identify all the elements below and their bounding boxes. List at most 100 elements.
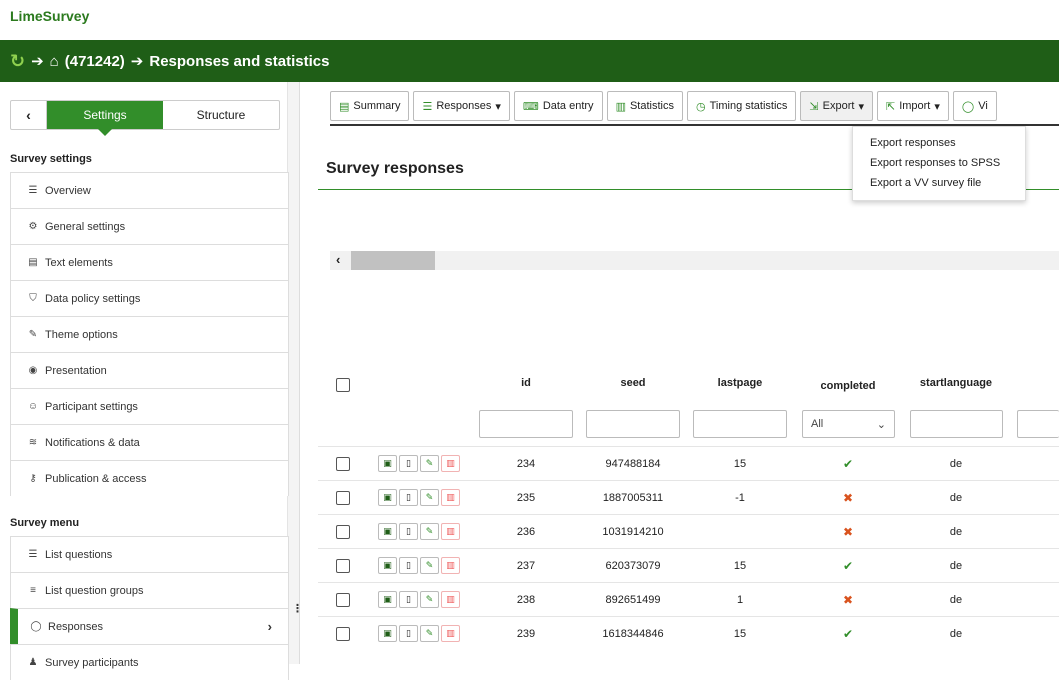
next-column-filter-input[interactable]: [1017, 410, 1059, 438]
sidebar-item-overview[interactable]: ☰ Overview: [10, 172, 289, 208]
sidebar-item-notifications-data[interactable]: ≋ Notifications & data: [10, 424, 289, 460]
edit-pencil-icon[interactable]: ✎: [420, 489, 439, 506]
column-header-lastpage[interactable]: lastpage: [693, 377, 787, 389]
list-ul-icon: ≡: [30, 585, 36, 596]
select-all-checkbox[interactable]: [336, 378, 350, 392]
delete-trash-icon[interactable]: ▥: [441, 455, 460, 472]
delete-trash-icon[interactable]: ▥: [441, 625, 460, 642]
file-text-icon: ▤: [28, 257, 38, 268]
view-file-icon[interactable]: ▯: [399, 489, 418, 506]
sidebar-item-label: Overview: [45, 184, 91, 197]
tab-structure[interactable]: Structure: [163, 101, 279, 129]
export-vv-item[interactable]: Export a VV survey file: [853, 173, 1025, 193]
list-icon: ☰: [28, 549, 38, 560]
view-response-icon[interactable]: ▣: [378, 523, 397, 540]
delete-trash-icon[interactable]: ▥: [441, 557, 460, 574]
sidebar-item-presentation[interactable]: ◉ Presentation: [10, 352, 289, 388]
cell-startlanguage: de: [949, 526, 963, 538]
view-response-icon[interactable]: ▣: [378, 591, 397, 608]
bar-chart-icon: ▥: [615, 100, 626, 113]
sidebar-item-survey-participants[interactable]: ♟ Survey participants: [10, 644, 289, 680]
chevron-left-icon[interactable]: ‹: [336, 252, 340, 267]
sidebar-item-general-settings[interactable]: ⚙ General settings: [10, 208, 289, 244]
cell-id: 234: [516, 458, 536, 470]
id-filter-input[interactable]: [479, 410, 573, 438]
sidebar-resize-handle[interactable]: ⋮: [288, 82, 303, 664]
edit-pencil-icon[interactable]: ✎: [420, 557, 439, 574]
row-checkbox[interactable]: [336, 627, 350, 641]
caret-down-icon: ▾: [934, 100, 940, 113]
row-checkbox[interactable]: [336, 457, 350, 471]
view-response-icon[interactable]: ▣: [378, 455, 397, 472]
completed-filter-select[interactable]: All ⌄: [802, 410, 895, 438]
view-file-icon[interactable]: ▯: [399, 523, 418, 540]
view-button[interactable]: ◯ Vi: [952, 91, 997, 121]
lastpage-filter-input[interactable]: [693, 410, 787, 438]
import-dropdown-button[interactable]: ⇱ Import ▾: [876, 91, 949, 121]
sidebar-item-publication-access[interactable]: ⚷ Publication & access: [10, 460, 289, 496]
edit-pencil-icon[interactable]: ✎: [420, 455, 439, 472]
limesurvey-logo-icon[interactable]: ↻: [10, 51, 25, 72]
cross-icon: ✖: [842, 491, 854, 505]
table-row: ▣ ▯ ✎ ▥ 236 1031914210 ✖ de: [318, 514, 1059, 548]
view-response-icon[interactable]: ▣: [378, 489, 397, 506]
cell-startlanguage: de: [949, 492, 963, 504]
row-checkbox[interactable]: [336, 525, 350, 539]
cell-seed: 947488184: [605, 458, 661, 470]
horizontal-scrollbar[interactable]: ‹: [330, 251, 1059, 270]
delete-trash-icon[interactable]: ▥: [441, 489, 460, 506]
sidebar-item-responses[interactable]: ◯ Responses ›: [10, 608, 289, 644]
drag-handle-icon[interactable]: ⋮: [292, 602, 303, 615]
summary-button[interactable]: ▤ Summary: [330, 91, 410, 121]
tab-settings[interactable]: Settings: [47, 101, 163, 136]
breadcrumb-survey-id[interactable]: (471242): [65, 53, 125, 70]
cell-seed: 620373079: [605, 560, 661, 572]
column-header-seed[interactable]: seed: [586, 377, 680, 389]
row-checkbox[interactable]: [336, 559, 350, 573]
edit-pencil-icon[interactable]: ✎: [420, 523, 439, 540]
sidebar-item-label: Presentation: [45, 364, 107, 377]
startlanguage-filter-input[interactable]: [910, 410, 1003, 438]
delete-trash-icon[interactable]: ▥: [441, 523, 460, 540]
responses-dropdown-button[interactable]: ☰ Responses ▾: [413, 91, 510, 121]
caret-down-icon: ▾: [858, 100, 864, 113]
seed-filter-input[interactable]: [586, 410, 680, 438]
sidebar-item-theme-options[interactable]: ✎ Theme options: [10, 316, 289, 352]
cell-id: 235: [516, 492, 536, 504]
sidebar-item-list-question-groups[interactable]: ≡ List question groups: [10, 572, 289, 608]
breadcrumb-page: Responses and statistics: [149, 52, 330, 70]
column-header-completed[interactable]: completed: [801, 380, 895, 392]
export-spss-item[interactable]: Export responses to SPSS: [853, 153, 1025, 173]
clock-icon: ◷: [695, 100, 706, 113]
sidebar-item-participant-settings[interactable]: ☺ Participant settings: [10, 388, 289, 424]
edit-pencil-icon[interactable]: ✎: [420, 591, 439, 608]
column-header-startlanguage[interactable]: startlanguage: [909, 377, 1003, 389]
view-file-icon[interactable]: ▯: [399, 455, 418, 472]
column-header-id[interactable]: id: [479, 377, 573, 389]
sidebar-item-data-policy-settings[interactable]: ⛉ Data policy settings: [10, 280, 289, 316]
sidebar-item-list-questions[interactable]: ☰ List questions: [10, 536, 289, 572]
export-responses-item[interactable]: Export responses: [853, 133, 1025, 153]
sidebar-item-text-elements[interactable]: ▤ Text elements: [10, 244, 289, 280]
app-logo[interactable]: LimeSurvey: [10, 8, 89, 24]
view-response-icon[interactable]: ▣: [378, 557, 397, 574]
export-dropdown-button[interactable]: ⇲ Export ▾: [800, 91, 873, 121]
view-file-icon[interactable]: ▯: [399, 625, 418, 642]
export-dropdown-menu: Export responses Export responses to SPS…: [852, 126, 1026, 201]
view-file-icon[interactable]: ▯: [399, 591, 418, 608]
row-checkbox[interactable]: [336, 593, 350, 607]
data-entry-button[interactable]: ⌨ Data entry: [513, 91, 603, 121]
home-icon[interactable]: ⌂: [50, 53, 59, 70]
view-response-icon[interactable]: ▣: [378, 625, 397, 642]
edit-pencil-icon[interactable]: ✎: [420, 625, 439, 642]
row-checkbox[interactable]: [336, 491, 350, 505]
statistics-button[interactable]: ▥ Statistics: [606, 91, 683, 121]
view-file-icon[interactable]: ▯: [399, 557, 418, 574]
cell-startlanguage: de: [949, 560, 963, 572]
scrollbar-thumb[interactable]: [351, 251, 435, 270]
collapse-sidebar-button[interactable]: ‹: [11, 101, 47, 129]
delete-trash-icon[interactable]: ▥: [441, 591, 460, 608]
timing-statistics-button[interactable]: ◷ Timing statistics: [686, 91, 797, 121]
list-icon: ☰: [422, 100, 433, 113]
brush-icon: ✎: [28, 329, 38, 340]
